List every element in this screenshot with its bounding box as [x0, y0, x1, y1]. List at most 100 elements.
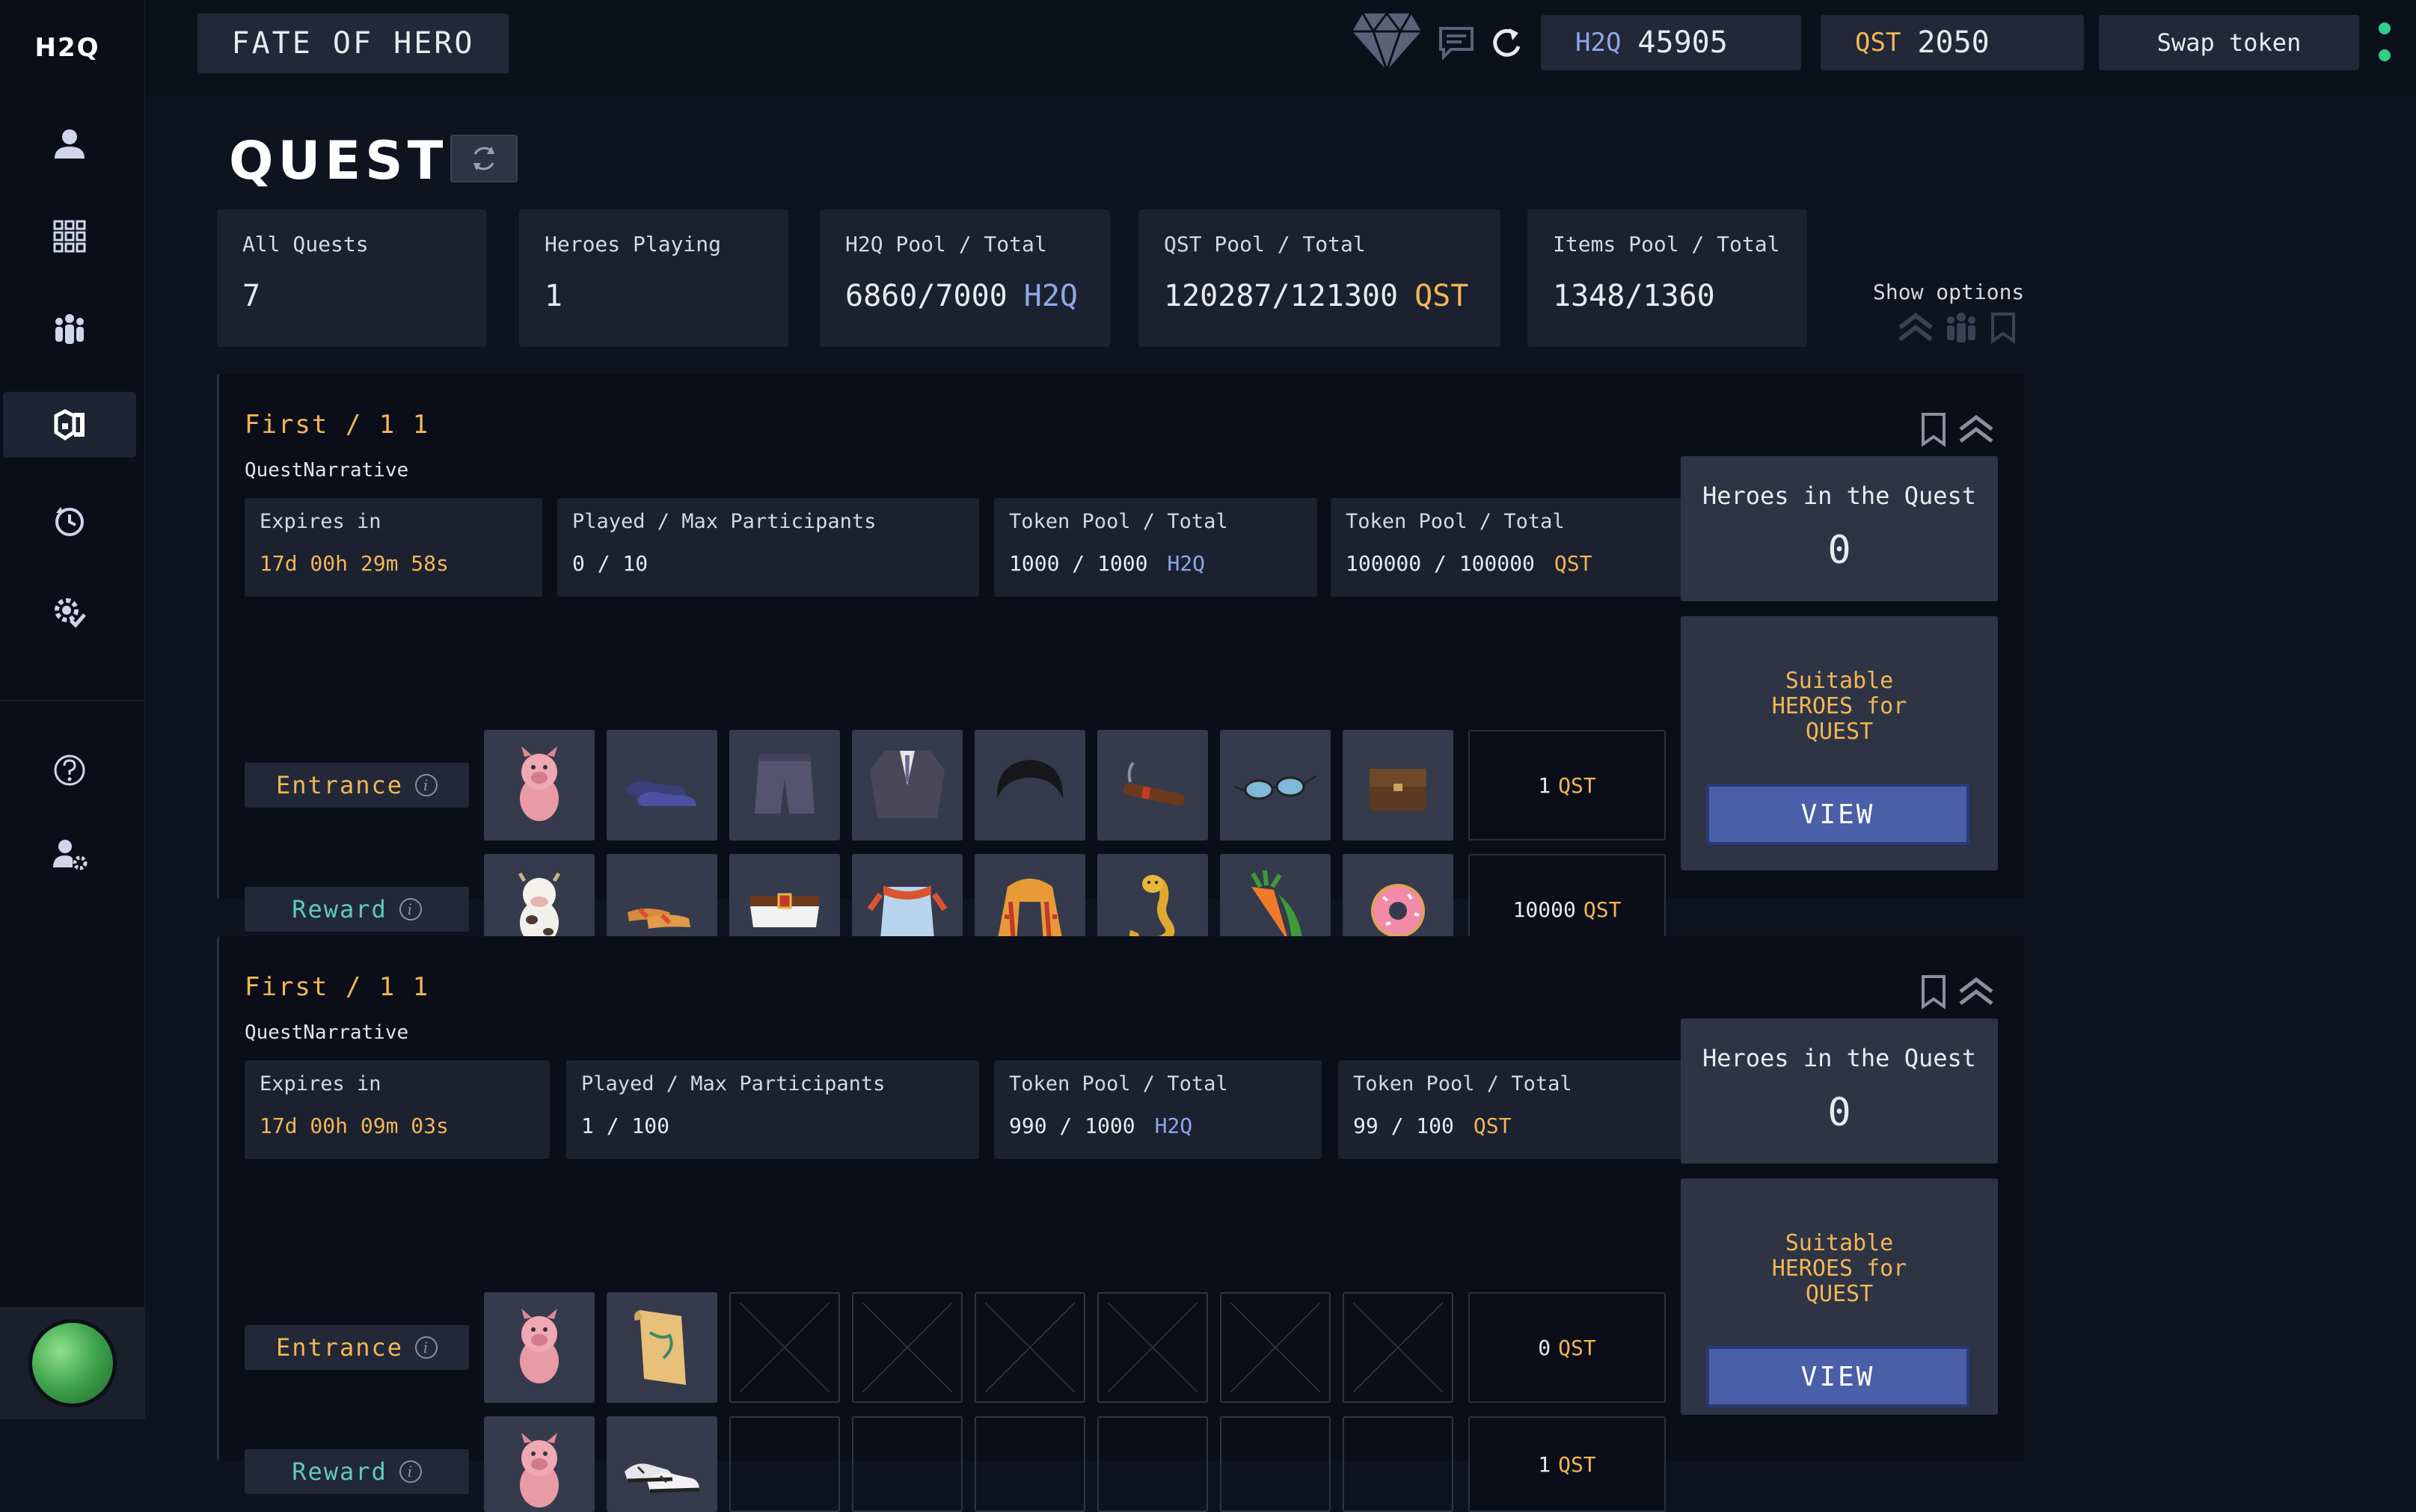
- quest-nav[interactable]: [3, 392, 136, 458]
- expires-value: 17d 00h 29m 58s: [260, 551, 449, 576]
- empty-slot-cross-icon: [740, 1303, 830, 1392]
- view-suitable-heroes-button[interactable]: VIEW: [1706, 1346, 1969, 1407]
- stat-label: Items Pool / Total: [1553, 232, 1780, 256]
- participants-card: Played / Max Participants 1 / 100: [566, 1060, 979, 1159]
- empty-item-slot[interactable]: [1220, 1292, 1331, 1403]
- empty-item-slot[interactable]: [1097, 1416, 1208, 1512]
- item-slot[interactable]: [852, 730, 963, 840]
- empty-item-slot[interactable]: [975, 1292, 1085, 1403]
- suitable-heroes-card: Suitable HEROES for QUEST VIEW: [1681, 616, 1998, 870]
- suitable-heroes-card: Suitable HEROES for QUEST VIEW: [1681, 1178, 1998, 1415]
- heroes-in-quest-value: 0: [1827, 528, 1851, 573]
- reward-label[interactable]: Reward i: [245, 1449, 469, 1494]
- stat-unit: QST: [1414, 279, 1469, 313]
- suitable-heroes-label: Suitable HEROES for QUEST: [1771, 1230, 1907, 1307]
- participants-label: Played / Max Participants: [581, 1072, 886, 1095]
- participants-value: 0 / 10: [572, 551, 649, 576]
- view-suitable-heroes-button[interactable]: VIEW: [1706, 784, 1969, 845]
- item-slot[interactable]: [975, 730, 1085, 840]
- reward-token-amount: 1 QST: [1468, 1416, 1666, 1512]
- account-settings-nav[interactable]: [3, 821, 136, 887]
- item-slot[interactable]: [607, 1292, 717, 1403]
- suitable-heroes-label: Suitable HEROES for QUEST: [1771, 668, 1907, 745]
- token-unit: QST: [1558, 1451, 1596, 1477]
- stat-items-pool: Items Pool / Total 1348/1360: [1527, 209, 1807, 347]
- collapse-icon[interactable]: [1957, 974, 1995, 1009]
- suit-jacket-item-icon: [870, 751, 945, 818]
- expires-card: Expires in 17d 00h 09m 03s: [245, 1060, 550, 1159]
- entrance-label[interactable]: Entrance i: [245, 763, 469, 808]
- dashboard-nav[interactable]: [3, 203, 136, 269]
- heroes-nav[interactable]: [3, 296, 136, 362]
- token-value: 10000: [1512, 897, 1576, 922]
- grid-icon: [53, 220, 86, 253]
- chat-icon[interactable]: [1438, 25, 1475, 60]
- quest-narrative: QuestNarrative: [245, 1021, 409, 1044]
- pool-value: 100000 / 100000: [1346, 551, 1535, 576]
- empty-item-slot[interactable]: [1097, 1292, 1208, 1403]
- stat-qst-pool: QST Pool / Total 120287/121300 QST: [1138, 209, 1500, 347]
- profile-nav[interactable]: [3, 111, 136, 176]
- refresh-icon[interactable]: [1488, 25, 1523, 60]
- hair-wig-item-icon: [996, 760, 1064, 799]
- item-slot[interactable]: [484, 730, 595, 840]
- app-logo[interactable]: H2Q: [0, 33, 135, 63]
- empty-item-slot[interactable]: [729, 1292, 840, 1403]
- item-slot[interactable]: [729, 730, 840, 840]
- h2q-balance: H2Q 45905: [1541, 15, 1801, 70]
- bookmark-icon[interactable]: [1919, 974, 1949, 1009]
- avatar[interactable]: [28, 1319, 117, 1407]
- item-slot[interactable]: [1220, 730, 1331, 840]
- heroes-in-quest-label: Heroes in the Quest: [1702, 482, 1977, 510]
- item-slot[interactable]: [1097, 730, 1208, 840]
- user-icon: [55, 129, 85, 159]
- stat-value: 120287/121300: [1164, 279, 1399, 313]
- show-options-label[interactable]: Show options: [1873, 280, 2024, 304]
- pool-unit: QST: [1554, 551, 1592, 576]
- empty-item-slot[interactable]: [1343, 1292, 1453, 1403]
- cigar-item-icon: [1123, 761, 1186, 806]
- empty-item-slot[interactable]: [852, 1416, 963, 1512]
- pool-unit: QST: [1473, 1113, 1512, 1138]
- quest-refresh-button[interactable]: [450, 135, 518, 182]
- empty-slot-cross-icon: [1353, 1303, 1443, 1392]
- status-indicator-bottom: [2379, 49, 2391, 61]
- item-slot[interactable]: [484, 1416, 595, 1512]
- collapse-icon[interactable]: [1957, 411, 1995, 447]
- reward-label[interactable]: Reward i: [245, 887, 469, 932]
- empty-item-slot[interactable]: [975, 1416, 1085, 1512]
- bookmark-icon[interactable]: [1988, 311, 2018, 344]
- gear-check-icon: [55, 598, 86, 628]
- collapse-all-icon[interactable]: [1897, 311, 1934, 344]
- empty-slot-cross-icon: [862, 1303, 952, 1392]
- info-icon[interactable]: i: [415, 774, 438, 796]
- item-slot[interactable]: [607, 730, 717, 840]
- quest-logo-icon: [54, 409, 85, 441]
- pig-item-icon: [520, 746, 559, 821]
- empty-item-slot[interactable]: [1343, 1416, 1453, 1512]
- top-bar: FATE OF HERO H2Q 45905 QST 2050 Swap tok…: [145, 0, 2416, 96]
- heroes-filter-icon[interactable]: [1943, 311, 1979, 344]
- empty-item-slot[interactable]: [729, 1416, 840, 1512]
- history-nav[interactable]: [3, 488, 136, 553]
- heroes-in-quest-card: Heroes in the Quest 0: [1681, 1018, 1998, 1164]
- settings-nav[interactable]: [3, 580, 136, 646]
- diamond-icon[interactable]: [1351, 10, 1423, 73]
- empty-item-slot[interactable]: [1220, 1416, 1331, 1512]
- info-icon[interactable]: i: [399, 1460, 422, 1483]
- item-slot[interactable]: [484, 1292, 595, 1403]
- item-slot[interactable]: [1343, 730, 1453, 840]
- pool-value: 990 / 1000: [1009, 1113, 1135, 1138]
- token-unit: QST: [1583, 897, 1622, 922]
- empty-item-slot[interactable]: [852, 1292, 963, 1403]
- sneakers-item-icon: [625, 1463, 700, 1493]
- help-nav[interactable]: [3, 737, 136, 803]
- qst-balance-value: 2050: [1917, 25, 1990, 60]
- entrance-label[interactable]: Entrance i: [245, 1325, 469, 1370]
- item-slot[interactable]: [607, 1416, 717, 1512]
- bookmark-icon[interactable]: [1919, 411, 1949, 447]
- info-icon[interactable]: i: [415, 1336, 438, 1359]
- info-icon[interactable]: i: [399, 898, 422, 921]
- swap-token-button[interactable]: Swap token: [2099, 15, 2359, 70]
- qst-token-name: QST: [1855, 28, 1901, 58]
